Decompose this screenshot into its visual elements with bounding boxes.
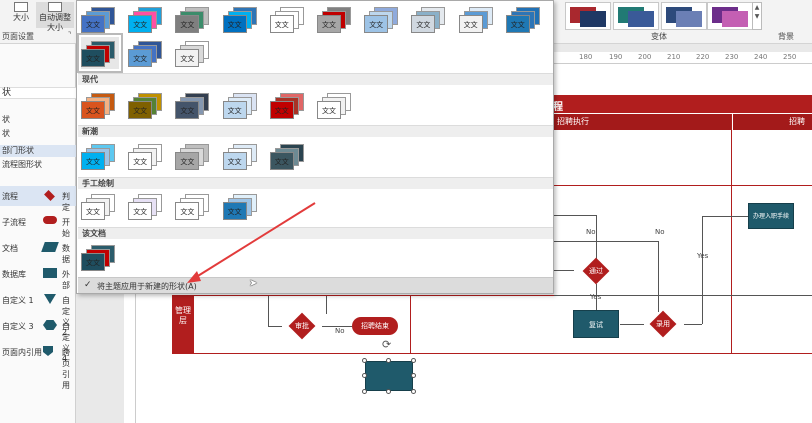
visio-window: 大小 自动调整大小 页面设置 ⌝ ▲ ▼ 变体 背景 状 状 状 部门形状 流程… bbox=[0, 0, 812, 423]
annotation-arrow bbox=[187, 202, 316, 283]
annotation-arrow-head bbox=[187, 271, 201, 283]
annotation-arrow-line bbox=[192, 202, 316, 280]
